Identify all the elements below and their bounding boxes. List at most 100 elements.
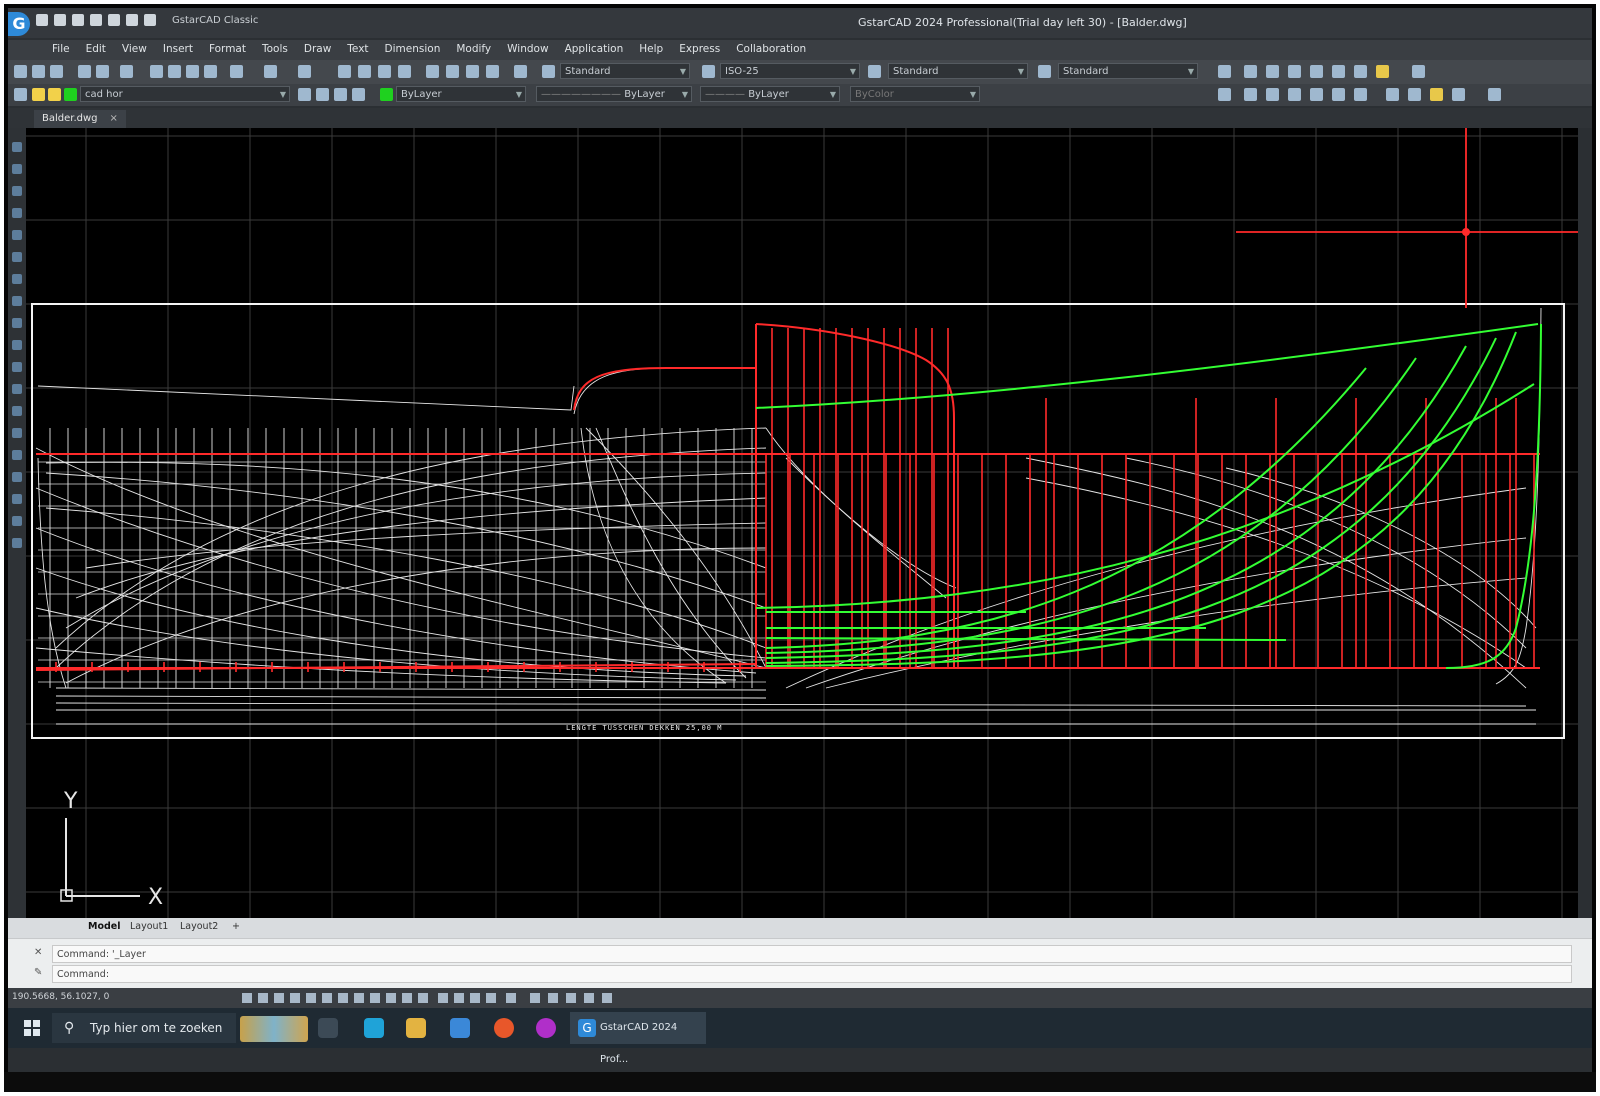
multileader-style-combo[interactable]: Standard ▼ bbox=[1058, 63, 1198, 79]
boundary-tool-icon[interactable] bbox=[12, 472, 22, 482]
calculator-icon[interactable] bbox=[486, 65, 499, 78]
navigate-icon[interactable] bbox=[1452, 88, 1465, 101]
red-wheelhouse[interactable] bbox=[755, 323, 955, 668]
circle-tool-icon[interactable] bbox=[12, 186, 22, 196]
taskbar-search-box[interactable]: ⚲ Typ hier om te zoeken bbox=[52, 1013, 236, 1043]
insert-block-icon[interactable] bbox=[12, 406, 22, 416]
quick-properties-icon[interactable] bbox=[454, 993, 464, 1003]
menu-dimension[interactable]: Dimension bbox=[377, 40, 449, 60]
properties-icon[interactable] bbox=[426, 65, 439, 78]
menu-application[interactable]: Application bbox=[557, 40, 632, 60]
undo-icon[interactable] bbox=[264, 65, 277, 78]
visual-style-realistic-icon[interactable] bbox=[1288, 88, 1301, 101]
gstarcad-logo-icon[interactable]: G bbox=[8, 12, 30, 36]
menu-window[interactable]: Window bbox=[499, 40, 556, 60]
green-sheer[interactable] bbox=[755, 323, 1539, 409]
layer-states-icon[interactable] bbox=[334, 88, 347, 101]
polar-toggle-icon[interactable] bbox=[306, 993, 316, 1003]
workspace-switch-icon[interactable] bbox=[530, 993, 540, 1003]
menu-draw[interactable]: Draw bbox=[296, 40, 339, 60]
menu-edit[interactable]: Edit bbox=[78, 40, 114, 60]
menu-insert[interactable]: Insert bbox=[155, 40, 201, 60]
publish-icon[interactable] bbox=[120, 65, 133, 78]
color-combo[interactable]: ByLayer ▼ bbox=[396, 86, 526, 102]
zoom-realtime-icon[interactable] bbox=[358, 65, 371, 78]
layer-manager-icon[interactable] bbox=[14, 88, 27, 101]
print-icon[interactable] bbox=[108, 14, 120, 26]
dimension-lines[interactable] bbox=[56, 709, 1536, 725]
cut-icon[interactable] bbox=[150, 65, 163, 78]
view-cube-left-icon[interactable] bbox=[1288, 65, 1301, 78]
auto-scale-icon[interactable] bbox=[486, 993, 496, 1003]
customization-icon[interactable] bbox=[602, 993, 612, 1003]
tab-layout2[interactable]: Layout2 bbox=[180, 921, 218, 932]
grid-toggle-icon[interactable] bbox=[242, 993, 252, 1003]
red-deckhouse[interactable] bbox=[573, 367, 756, 411]
menu-text[interactable]: Text bbox=[339, 40, 376, 60]
rectangle-tool-icon[interactable] bbox=[12, 230, 22, 240]
linetype-combo[interactable]: ———————— ByLayer ▼ bbox=[536, 86, 692, 102]
app-icon[interactable] bbox=[536, 1018, 556, 1038]
close-icon[interactable]: × bbox=[110, 113, 118, 124]
red-traced-layer[interactable] bbox=[35, 128, 1578, 671]
stern-profile[interactable] bbox=[37, 457, 67, 689]
orbit-icon[interactable] bbox=[1386, 88, 1399, 101]
paste-icon[interactable] bbox=[186, 65, 199, 78]
edge-browser-icon[interactable] bbox=[364, 1018, 384, 1038]
file-explorer-icon[interactable] bbox=[406, 1018, 426, 1038]
tab-balder-dwg[interactable]: Balder.dwg × bbox=[34, 110, 126, 128]
free-orbit-icon[interactable] bbox=[1408, 88, 1421, 101]
add-layout-button[interactable]: + bbox=[232, 921, 240, 932]
tool-palettes-icon[interactable] bbox=[466, 65, 479, 78]
new-file-icon[interactable] bbox=[36, 14, 48, 26]
customize-icon[interactable]: ✎ bbox=[34, 967, 42, 978]
command-input[interactable]: Command: bbox=[52, 965, 1572, 983]
spline-tool-icon[interactable] bbox=[12, 274, 22, 284]
dynamic-input-icon[interactable] bbox=[370, 993, 380, 1003]
help-icon[interactable] bbox=[514, 65, 527, 78]
transparency-toggle-icon[interactable] bbox=[402, 993, 412, 1003]
selection-cycling-icon[interactable] bbox=[418, 993, 428, 1003]
snap-toggle-icon[interactable] bbox=[258, 993, 268, 1003]
gstarcad-taskbar-button[interactable]: G GstarCAD 2024 Prof... bbox=[570, 1012, 706, 1065]
menu-express[interactable]: Express bbox=[671, 40, 728, 60]
menu-modify[interactable]: Modify bbox=[448, 40, 499, 60]
otrack-toggle-icon[interactable] bbox=[338, 993, 348, 1003]
search-icon[interactable] bbox=[1488, 88, 1501, 101]
add-selected-icon[interactable] bbox=[12, 538, 22, 548]
lineweight-combo[interactable]: ———— ByLayer ▼ bbox=[700, 86, 840, 102]
copy-icon[interactable] bbox=[168, 65, 181, 78]
hatch-tool-icon[interactable] bbox=[12, 340, 22, 350]
view-cube-bottom-icon[interactable] bbox=[1354, 65, 1367, 78]
plotstyle-combo[interactable]: ByColor ▼ bbox=[850, 86, 980, 102]
mtext-tool-icon[interactable] bbox=[12, 516, 22, 526]
zoom-previous-icon[interactable] bbox=[398, 65, 411, 78]
region-tool-icon[interactable] bbox=[12, 362, 22, 372]
tab-layout1[interactable]: Layout1 bbox=[130, 921, 168, 932]
match-properties-icon[interactable] bbox=[204, 65, 217, 78]
green-stem[interactable] bbox=[1445, 323, 1542, 669]
menu-collaboration[interactable]: Collaboration bbox=[728, 40, 814, 60]
camera-icon[interactable] bbox=[1412, 65, 1425, 78]
dynamic-ucs-icon[interactable] bbox=[354, 993, 364, 1003]
clean-screen-icon[interactable] bbox=[584, 993, 594, 1003]
visual-style-edges-icon[interactable] bbox=[1354, 88, 1367, 101]
news-widget-icon[interactable] bbox=[240, 1016, 308, 1042]
drawing-svg[interactable]: LENGTE TUSSCHEN DEKKEN 25,00 M Y X bbox=[26, 128, 1578, 918]
visual-style-conceptual-icon[interactable] bbox=[1310, 88, 1323, 101]
point-tool-icon[interactable] bbox=[12, 318, 22, 328]
view-cube-right-icon[interactable] bbox=[1310, 65, 1323, 78]
design-center-icon[interactable] bbox=[446, 65, 459, 78]
green-section-curves[interactable] bbox=[755, 323, 1542, 669]
keel-lines[interactable] bbox=[55, 695, 1527, 707]
workspace-selector[interactable]: GstarCAD Classic bbox=[172, 15, 258, 26]
lock-icon[interactable] bbox=[548, 993, 558, 1003]
polygon-tool-icon[interactable] bbox=[12, 252, 22, 262]
menu-file[interactable]: File bbox=[44, 40, 78, 60]
drawing-canvas[interactable]: LENGTE TUSSCHEN DEKKEN 25,00 M Y X bbox=[26, 128, 1578, 918]
layer-combo[interactable]: cad hor ▼ bbox=[80, 86, 290, 102]
redo-icon[interactable] bbox=[144, 14, 156, 26]
print-icon[interactable] bbox=[78, 65, 91, 78]
tab-model[interactable]: Model bbox=[88, 921, 120, 932]
menu-help[interactable]: Help bbox=[631, 40, 671, 60]
